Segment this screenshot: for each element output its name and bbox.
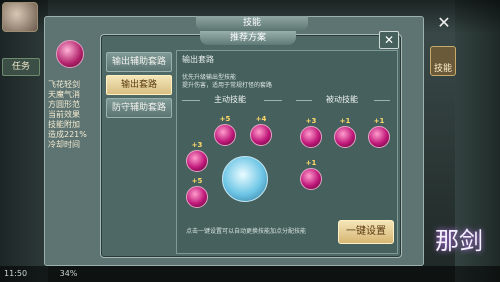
skill-desc-line: 冷却时间: [48, 140, 80, 149]
skill-desc-line: 技能附加: [48, 120, 80, 129]
skill-description: 飞花轻剑 天魔气消 方圆形范 当前效果 技能附加 造成221% 冷却时间: [48, 80, 96, 150]
skill-level: +1: [373, 117, 385, 125]
active-skill-2[interactable]: [250, 124, 272, 146]
passive-skill-3[interactable]: [368, 126, 390, 148]
plan-description: 优先升级输出型技能 提升伤害，适用于常规打怪的套路: [182, 74, 273, 89]
dialog-title: 推荐方案: [200, 31, 296, 45]
skill-desc-line: 飞花轻剑: [48, 80, 80, 89]
dialog-close-button[interactable]: ✕: [379, 31, 399, 49]
passive-skills-header: 被动技能: [326, 95, 358, 104]
one-key-setup-button[interactable]: 一键设置: [338, 220, 394, 244]
player-avatar[interactable]: [2, 2, 38, 32]
active-skill-1[interactable]: [214, 124, 236, 146]
skill-side-tab[interactable]: 技能: [430, 46, 456, 76]
skill-icon[interactable]: [56, 40, 84, 68]
main-skill-fan-icon[interactable]: [222, 156, 268, 202]
skill-level: +3: [305, 117, 317, 125]
divider: [296, 100, 312, 101]
passive-skill-4[interactable]: [300, 168, 322, 190]
skill-level: +5: [219, 115, 231, 123]
skill-desc-line: 造成221%: [48, 130, 87, 139]
game-logo: 那剑: [435, 227, 483, 255]
close-icon[interactable]: ✕: [430, 14, 458, 32]
skill-level: +3: [191, 141, 203, 149]
divider: [264, 100, 282, 101]
skill-level: +4: [255, 115, 267, 123]
skill-window-title: 技能: [196, 16, 308, 30]
divider: [182, 100, 200, 101]
skill-desc-line: 当前效果: [48, 110, 80, 119]
clock: 11:50: [4, 269, 28, 278]
skill-desc-line: 方圆形范: [48, 100, 80, 109]
tab-output[interactable]: 输出套路: [106, 75, 172, 95]
left-background: [0, 0, 48, 282]
active-skills-header: 主动技能: [214, 95, 246, 104]
tab-defense-support[interactable]: 防守辅助套路: [106, 98, 172, 118]
skill-level: +1: [305, 159, 317, 167]
battery: 34%: [59, 269, 78, 278]
bottom-status-bar: 11:50 34%: [0, 266, 500, 282]
skill-level: +1: [339, 117, 351, 125]
plan-title: 输出套路: [182, 55, 214, 64]
divider: [374, 100, 390, 101]
passive-skill-2[interactable]: [334, 126, 356, 148]
passive-skill-1[interactable]: [300, 126, 322, 148]
tab-output-support[interactable]: 输出辅助套路: [106, 52, 172, 72]
active-skill-3[interactable]: [186, 150, 208, 172]
task-tab[interactable]: 任务: [2, 58, 40, 76]
skill-desc-line: 天魔气消: [48, 90, 80, 99]
footer-hint: 点击一键设置可以自动更换技能加点分配技能: [186, 228, 307, 235]
active-skill-4[interactable]: [186, 186, 208, 208]
skill-level: +5: [191, 177, 203, 185]
